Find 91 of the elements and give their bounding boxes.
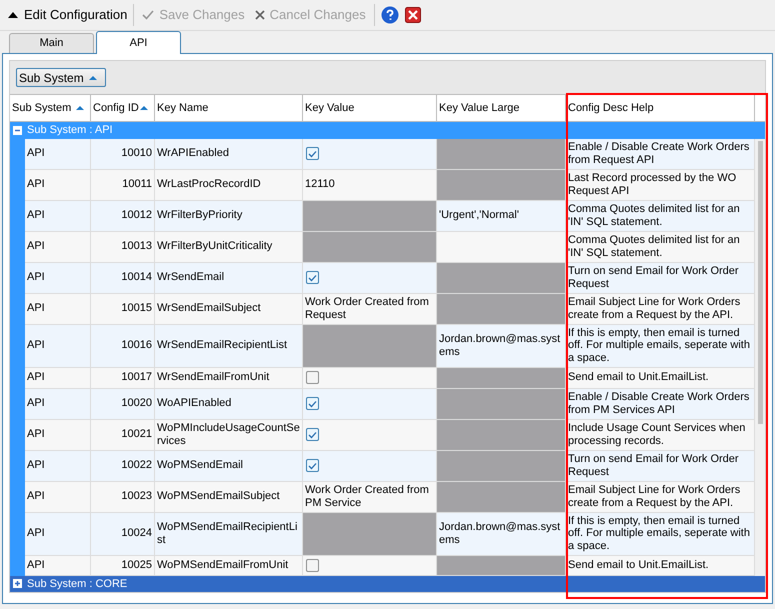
- expand-icon[interactable]: [13, 579, 22, 588]
- table-cell: WoPMSendEmail: [155, 450, 303, 482]
- table-cell: Comma Quotes delimited list for an 'IN' SQL statement.: [566, 232, 755, 262]
- table-cell: WoAPIEnabled: [155, 388, 303, 420]
- table-cell: Turn on send Email for Work Order Request: [566, 262, 755, 294]
- table-cell: Work Order Created from Request: [303, 294, 437, 324]
- table-cell: 10010: [91, 138, 155, 170]
- table-cell: API: [25, 450, 91, 482]
- table-cell: 10016: [91, 324, 155, 368]
- table-cell: WoPMSendEmailSubject: [155, 482, 303, 512]
- table-cell: 10014: [91, 262, 155, 294]
- table-cell: Include Usage Count Services when processing records.: [566, 420, 755, 450]
- table-cell: If this is empty, then email is turned off. For multiple emails, seperate with a space.: [566, 324, 755, 368]
- table-cell: Turn on send Email for Work Order Request: [566, 450, 755, 482]
- table-cell: 10017: [91, 368, 155, 388]
- table-cell: WoPMSendEmailFromUnit: [155, 556, 303, 576]
- table-cell: If this is empty, then email is turned off. For multiple emails, seperate with a space.: [566, 512, 755, 556]
- table-cell: WrSendEmailFromUnit: [155, 368, 303, 388]
- table-cell: Jordan.brown@mas.systems: [437, 512, 566, 556]
- table-cell: Email Subject Line for Work Orders create from a Request by the API.: [566, 294, 755, 324]
- table-cell: 10021: [91, 420, 155, 450]
- toolbar-title: Edit Configuration: [24, 6, 128, 24]
- table-cell: Comma Quotes delimited list for an 'IN' SQL statement.: [566, 200, 755, 232]
- table-cell: 10013: [91, 232, 155, 262]
- group-row[interactable]: Sub System : CORE: [10, 576, 765, 592]
- table-cell: WrFilterByUnitCriticality: [155, 232, 303, 262]
- sort-ascending-icon: [140, 106, 148, 110]
- tab[interactable]: Main: [9, 33, 94, 53]
- sort-ascending-icon: [89, 76, 97, 80]
- checkbox[interactable]: [306, 428, 319, 441]
- table-cell: 10022: [91, 450, 155, 482]
- checkbox[interactable]: [306, 558, 319, 572]
- table-cell: WrSendEmail: [155, 262, 303, 294]
- table-cell: API: [25, 420, 91, 450]
- table-cell: WoPMSendEmailRecipientList: [155, 512, 303, 556]
- collapse-icon[interactable]: [8, 12, 18, 18]
- table-cell: API: [25, 138, 91, 170]
- table-cell: 10015: [91, 294, 155, 324]
- table-cell: WrSendEmailSubject: [155, 294, 303, 324]
- table-cell: Work Order Created from PM Service: [303, 482, 437, 512]
- checkbox[interactable]: [306, 459, 319, 472]
- table-cell: 10012: [91, 200, 155, 232]
- checkmark-icon: [308, 430, 317, 438]
- table-cell: API: [25, 232, 91, 262]
- table-cell: Send email to Unit.EmailList.: [566, 368, 755, 388]
- table-cell: 10025: [91, 556, 155, 576]
- scrollbar[interactable]: [755, 138, 765, 576]
- table-cell: Email Subject Line for Work Orders create from a Request by the API.: [566, 482, 755, 512]
- group-label: Sub System : CORE: [27, 576, 128, 592]
- table-cell: 12110: [303, 170, 437, 200]
- checkmark-icon: [308, 400, 317, 408]
- table-cell: 10011: [91, 170, 155, 200]
- checkbox[interactable]: [306, 397, 319, 410]
- group-label: Sub System : API: [27, 123, 113, 138]
- table-cell: 10020: [91, 388, 155, 420]
- table-cell: API: [25, 368, 91, 388]
- table-cell: WrFilterByPriority: [155, 200, 303, 232]
- table-cell: API: [25, 388, 91, 420]
- table-cell: Send email to Unit.EmailList.: [566, 556, 755, 576]
- table-cell: API: [25, 262, 91, 294]
- group-by-button[interactable]: Sub System: [16, 68, 106, 88]
- table-cell: 10023: [91, 482, 155, 512]
- table-cell: API: [25, 200, 91, 232]
- checkmark-icon: [308, 150, 317, 158]
- table-cell: WoPMIncludeUsageCountServices: [155, 420, 303, 450]
- table-cell: 10024: [91, 512, 155, 556]
- table-cell: API: [25, 512, 91, 556]
- tab[interactable]: API: [96, 31, 181, 54]
- table-cell: API: [25, 556, 91, 576]
- table-cell: Last Record processed by the WO Request API: [566, 170, 755, 200]
- checkbox[interactable]: [306, 271, 319, 284]
- table-cell: 'Urgent','Normal': [437, 200, 566, 232]
- table-cell: Enable / Disable Create Work Orders from PM Services API: [566, 388, 755, 420]
- close-icon: [254, 10, 265, 20]
- table-cell: Jordan.brown@mas.systems: [437, 324, 566, 368]
- check-icon: [142, 10, 154, 20]
- checkmark-icon: [308, 462, 317, 470]
- table-cell: API: [25, 170, 91, 200]
- help-icon[interactable]: [380, 6, 399, 24]
- checkmark-icon: [308, 274, 317, 282]
- table-cell: WrSendEmailRecipientList: [155, 324, 303, 368]
- close-icon[interactable]: [404, 7, 421, 23]
- table-cell: API: [25, 482, 91, 512]
- table-cell: Enable / Disable Create Work Orders from Request API: [566, 138, 755, 170]
- checkbox[interactable]: [306, 371, 319, 384]
- table-cell: WrLastProcRecordID: [155, 170, 303, 200]
- checkbox[interactable]: [306, 147, 319, 160]
- table-cell: API: [25, 294, 91, 324]
- sort-ascending-icon: [76, 106, 84, 110]
- table-cell: API: [25, 324, 91, 368]
- table-cell: WrAPIEnabled: [155, 138, 303, 170]
